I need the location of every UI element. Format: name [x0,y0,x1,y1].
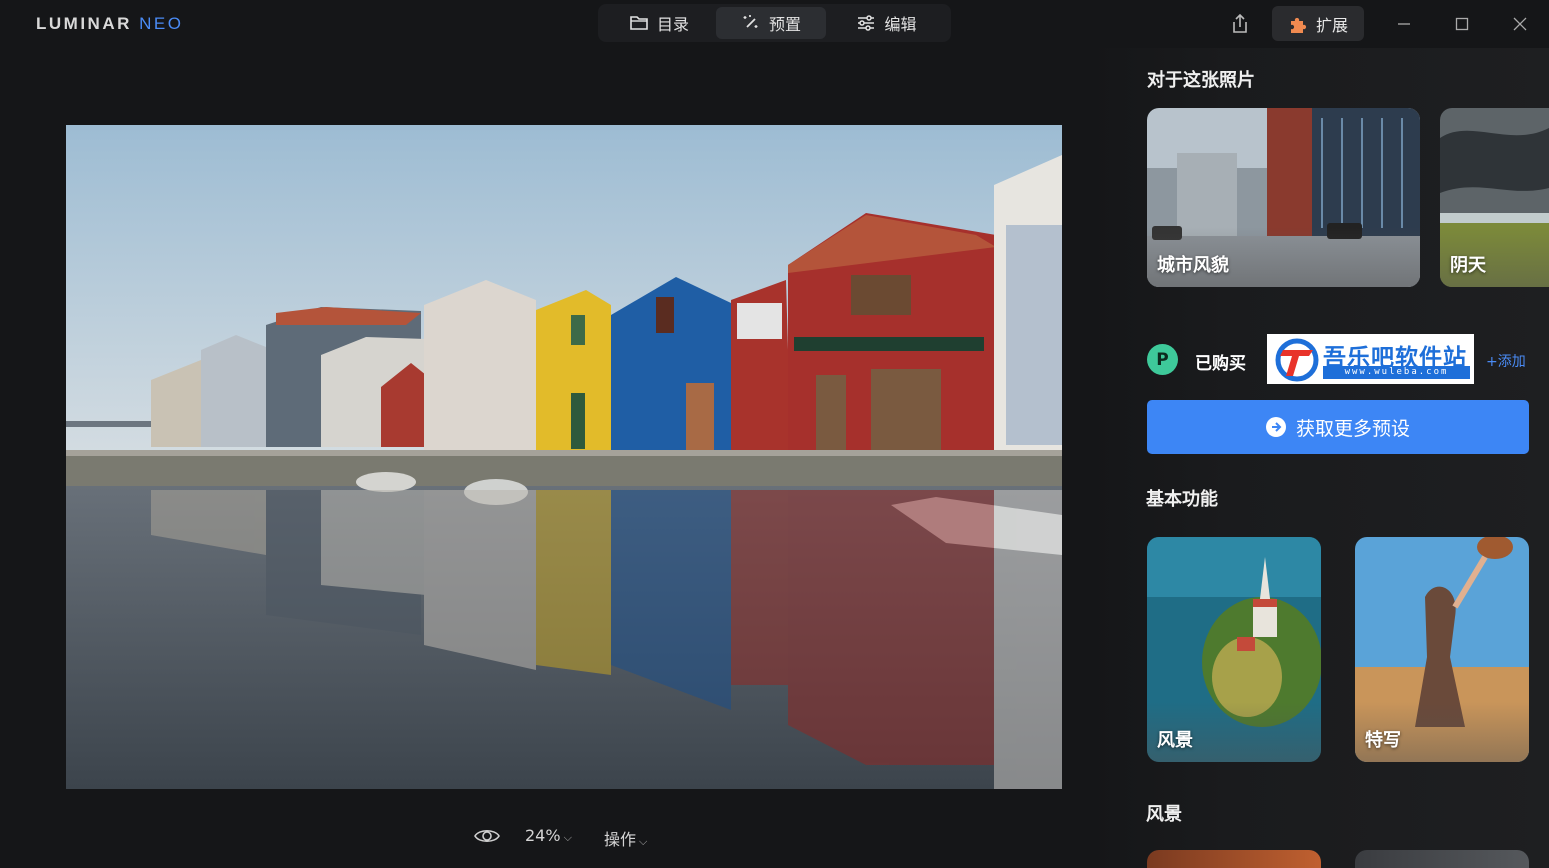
add-link[interactable]: +添加 [1486,351,1526,371]
photo-image [66,125,1062,789]
extensions-label: 扩展 [1315,15,1348,35]
preset-label: 特写 [1365,730,1401,751]
preset-card-landscape-1[interactable] [1147,850,1321,868]
extensions-button[interactable]: 扩展 [1272,6,1364,41]
watermark-logo: 吾乐吧软件站 www.wuleba.com [1267,334,1474,384]
eye-icon[interactable] [474,825,500,847]
tab-edit[interactable]: 编辑 [826,7,947,39]
folder-icon [630,16,648,30]
purchased-label: 已购买 [1195,354,1246,374]
logo-main-text: LUMINAR [36,14,132,33]
arrow-right-icon [1265,417,1286,437]
actions-label: 操作 [604,830,637,849]
puzzle-icon [1290,17,1307,33]
about-photo-title: 对于这张照片 [1147,70,1255,91]
actions-dropdown[interactable]: 操作 ⌵ [604,826,647,850]
maximize-icon[interactable] [1450,12,1474,36]
tab-catalog-label: 目录 [656,15,689,34]
watermark-emblem-icon [1275,338,1319,382]
preset-label: 阴天 [1450,255,1486,276]
basic-section-title: 基本功能 [1146,489,1218,510]
mode-tabs: 目录 预置 编辑 [598,4,951,42]
preset-label: 城市风貌 [1157,255,1229,276]
minimize-icon[interactable] [1392,12,1416,36]
preset-card-landscape-2[interactable] [1355,850,1529,868]
preset-label: 风景 [1157,730,1193,751]
close-icon[interactable] [1508,12,1532,36]
share-icon[interactable] [1228,12,1252,36]
tab-catalog[interactable]: 目录 [602,7,716,39]
zoom-dropdown[interactable]: 24% ⌵ [525,826,572,845]
get-more-presets-button[interactable]: 获取更多预设 [1147,400,1529,454]
landscape-section-title: 风景 [1146,804,1182,825]
preset-card-closeup[interactable]: 特写 [1355,537,1529,762]
preset-card-overcast[interactable]: 阴天 [1440,108,1549,287]
zoom-value: 24% [525,826,561,845]
sliders-icon [858,15,875,31]
tab-presets-label: 预置 [768,15,801,34]
tab-presets[interactable]: 预置 [716,7,826,39]
preset-card-cityscape[interactable]: 城市风貌 [1147,108,1420,287]
photo-canvas[interactable] [66,125,1062,789]
chevron-down-icon: ⌵ [563,831,572,844]
preset-card-landscape[interactable]: 风景 [1147,537,1321,762]
tab-edit-label: 编辑 [884,15,917,34]
get-more-label: 获取更多预设 [1295,417,1410,440]
title-bar: LUMINAR NEO 目录 预置 编辑 扩展 [0,0,1549,48]
chevron-down-icon: ⌵ [639,835,648,848]
app-logo: LUMINAR NEO [36,14,183,34]
magic-wand-icon [743,15,758,28]
purchased-icon: P [1147,344,1178,375]
logo-accent-text: NEO [139,14,184,33]
watermark-url: www.wuleba.com [1323,366,1470,379]
